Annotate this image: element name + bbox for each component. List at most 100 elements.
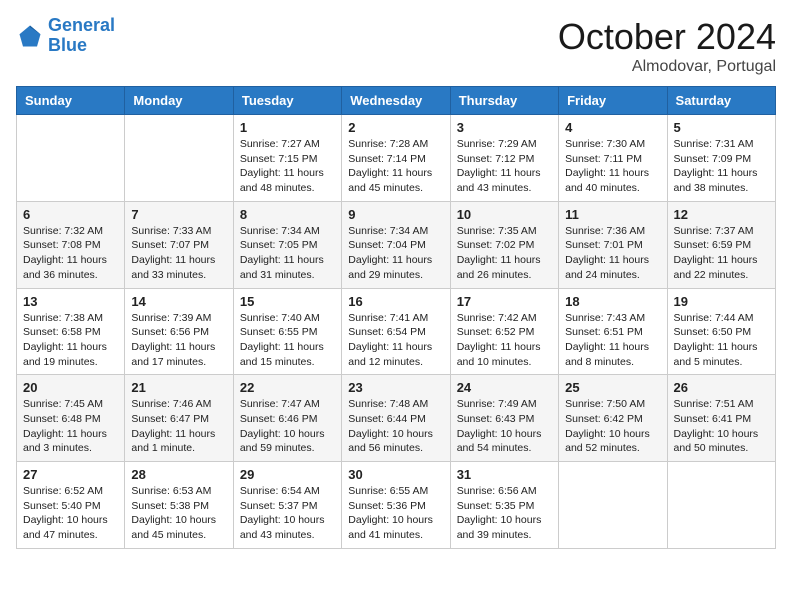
day-number: 25 [565, 380, 660, 395]
logo: General Blue [16, 16, 115, 56]
calendar-week-row: 1 Sunrise: 7:27 AM Sunset: 7:15 PM Daylig… [17, 115, 776, 202]
day-info: Sunrise: 7:30 AM Sunset: 7:11 PM Dayligh… [565, 137, 660, 196]
day-info: Sunrise: 7:40 AM Sunset: 6:55 PM Dayligh… [240, 311, 335, 370]
weekday-header: Tuesday [233, 87, 341, 115]
day-info: Sunrise: 6:56 AM Sunset: 5:35 PM Dayligh… [457, 484, 552, 543]
weekday-header: Monday [125, 87, 233, 115]
day-info: Sunrise: 7:37 AM Sunset: 6:59 PM Dayligh… [674, 224, 769, 283]
day-info: Sunrise: 7:44 AM Sunset: 6:50 PM Dayligh… [674, 311, 769, 370]
calendar-cell [667, 462, 775, 549]
day-number: 3 [457, 120, 552, 135]
calendar-cell: 16Sunrise: 7:41 AM Sunset: 6:54 PM Dayli… [342, 288, 450, 375]
day-number: 17 [457, 294, 552, 309]
day-info: Sunrise: 7:48 AM Sunset: 6:44 PM Dayligh… [348, 397, 443, 456]
calendar-cell: 9 Sunrise: 7:34 AM Sunset: 7:04 PM Daylig… [342, 201, 450, 288]
logo-text: General Blue [48, 16, 115, 56]
calendar-cell: 22 Sunrise: 7:47 AM Sunset: 6:46 PM Dayli… [233, 375, 341, 462]
day-number: 18 [565, 294, 660, 309]
calendar-cell [125, 115, 233, 202]
day-number: 1 [240, 120, 335, 135]
calendar-header-row: SundayMondayTuesdayWednesdayThursdayFrid… [17, 87, 776, 115]
title-block: October 2024 Almodovar, Portugal [558, 16, 776, 76]
day-info: Sunrise: 6:55 AM Sunset: 5:36 PM Dayligh… [348, 484, 443, 543]
day-number: 13 [23, 294, 118, 309]
calendar-week-row: 6Sunrise: 7:32 AM Sunset: 7:08 PM Daylig… [17, 201, 776, 288]
day-number: 9 [348, 207, 443, 222]
day-info: Sunrise: 7:46 AM Sunset: 6:47 PM Dayligh… [131, 397, 226, 456]
day-info: Sunrise: 6:54 AM Sunset: 5:37 PM Dayligh… [240, 484, 335, 543]
day-number: 15 [240, 294, 335, 309]
day-number: 28 [131, 467, 226, 482]
calendar-cell: 2 Sunrise: 7:28 AM Sunset: 7:14 PM Daylig… [342, 115, 450, 202]
day-info: Sunrise: 7:27 AM Sunset: 7:15 PM Dayligh… [240, 137, 335, 196]
calendar-cell: 28 Sunrise: 6:53 AM Sunset: 5:38 PM Dayli… [125, 462, 233, 549]
calendar-cell [17, 115, 125, 202]
day-info: Sunrise: 7:29 AM Sunset: 7:12 PM Dayligh… [457, 137, 552, 196]
day-number: 30 [348, 467, 443, 482]
day-info: Sunrise: 7:34 AM Sunset: 7:04 PM Dayligh… [348, 224, 443, 283]
calendar-cell: 23 Sunrise: 7:48 AM Sunset: 6:44 PM Dayli… [342, 375, 450, 462]
calendar-cell: 3 Sunrise: 7:29 AM Sunset: 7:12 PM Daylig… [450, 115, 558, 202]
calendar-cell: 24 Sunrise: 7:49 AM Sunset: 6:43 PM Dayli… [450, 375, 558, 462]
day-number: 6 [23, 207, 118, 222]
calendar-week-row: 20 Sunrise: 7:45 AM Sunset: 6:48 PM Dayli… [17, 375, 776, 462]
day-number: 7 [131, 207, 226, 222]
calendar-cell: 19Sunrise: 7:44 AM Sunset: 6:50 PM Dayli… [667, 288, 775, 375]
day-number: 31 [457, 467, 552, 482]
day-info: Sunrise: 7:36 AM Sunset: 7:01 PM Dayligh… [565, 224, 660, 283]
weekday-header: Wednesday [342, 87, 450, 115]
calendar-cell: 11Sunrise: 7:36 AM Sunset: 7:01 PM Dayli… [559, 201, 667, 288]
calendar-cell: 31 Sunrise: 6:56 AM Sunset: 5:35 PM Dayli… [450, 462, 558, 549]
day-info: Sunrise: 7:35 AM Sunset: 7:02 PM Dayligh… [457, 224, 552, 283]
page-header: General Blue October 2024 Almodovar, Por… [16, 16, 776, 76]
calendar-cell: 13Sunrise: 7:38 AM Sunset: 6:58 PM Dayli… [17, 288, 125, 375]
calendar-cell: 25 Sunrise: 7:50 AM Sunset: 6:42 PM Dayli… [559, 375, 667, 462]
day-info: Sunrise: 7:31 AM Sunset: 7:09 PM Dayligh… [674, 137, 769, 196]
month-title: October 2024 [558, 16, 776, 58]
day-number: 10 [457, 207, 552, 222]
calendar-cell: 10 Sunrise: 7:35 AM Sunset: 7:02 PM Dayli… [450, 201, 558, 288]
day-info: Sunrise: 7:49 AM Sunset: 6:43 PM Dayligh… [457, 397, 552, 456]
day-number: 26 [674, 380, 769, 395]
day-number: 4 [565, 120, 660, 135]
calendar-cell: 6Sunrise: 7:32 AM Sunset: 7:08 PM Daylig… [17, 201, 125, 288]
day-number: 29 [240, 467, 335, 482]
day-info: Sunrise: 7:34 AM Sunset: 7:05 PM Dayligh… [240, 224, 335, 283]
day-number: 23 [348, 380, 443, 395]
day-info: Sunrise: 7:42 AM Sunset: 6:52 PM Dayligh… [457, 311, 552, 370]
day-info: Sunrise: 7:45 AM Sunset: 6:48 PM Dayligh… [23, 397, 118, 456]
calendar-cell: 7 Sunrise: 7:33 AM Sunset: 7:07 PM Daylig… [125, 201, 233, 288]
weekday-header: Friday [559, 87, 667, 115]
day-info: Sunrise: 7:50 AM Sunset: 6:42 PM Dayligh… [565, 397, 660, 456]
calendar-cell: 4 Sunrise: 7:30 AM Sunset: 7:11 PM Daylig… [559, 115, 667, 202]
day-info: Sunrise: 7:47 AM Sunset: 6:46 PM Dayligh… [240, 397, 335, 456]
calendar-cell: 5Sunrise: 7:31 AM Sunset: 7:09 PM Daylig… [667, 115, 775, 202]
day-info: Sunrise: 7:39 AM Sunset: 6:56 PM Dayligh… [131, 311, 226, 370]
day-info: Sunrise: 7:33 AM Sunset: 7:07 PM Dayligh… [131, 224, 226, 283]
location-title: Almodovar, Portugal [558, 58, 776, 76]
logo-icon [16, 22, 44, 50]
day-info: Sunrise: 7:28 AM Sunset: 7:14 PM Dayligh… [348, 137, 443, 196]
calendar-cell: 15 Sunrise: 7:40 AM Sunset: 6:55 PM Dayli… [233, 288, 341, 375]
calendar-cell: 12 Sunrise: 7:37 AM Sunset: 6:59 PM Dayli… [667, 201, 775, 288]
day-number: 21 [131, 380, 226, 395]
calendar-cell: 20 Sunrise: 7:45 AM Sunset: 6:48 PM Dayli… [17, 375, 125, 462]
day-number: 27 [23, 467, 118, 482]
day-number: 12 [674, 207, 769, 222]
day-info: Sunrise: 7:41 AM Sunset: 6:54 PM Dayligh… [348, 311, 443, 370]
day-number: 20 [23, 380, 118, 395]
day-number: 2 [348, 120, 443, 135]
calendar-week-row: 13Sunrise: 7:38 AM Sunset: 6:58 PM Dayli… [17, 288, 776, 375]
calendar-cell: 17 Sunrise: 7:42 AM Sunset: 6:52 PM Dayli… [450, 288, 558, 375]
weekday-header: Saturday [667, 87, 775, 115]
day-number: 24 [457, 380, 552, 395]
day-info: Sunrise: 7:51 AM Sunset: 6:41 PM Dayligh… [674, 397, 769, 456]
calendar-cell: 30 Sunrise: 6:55 AM Sunset: 5:36 PM Dayli… [342, 462, 450, 549]
calendar-cell: 26 Sunrise: 7:51 AM Sunset: 6:41 PM Dayli… [667, 375, 775, 462]
day-info: Sunrise: 7:43 AM Sunset: 6:51 PM Dayligh… [565, 311, 660, 370]
day-info: Sunrise: 6:53 AM Sunset: 5:38 PM Dayligh… [131, 484, 226, 543]
day-number: 22 [240, 380, 335, 395]
calendar-table: SundayMondayTuesdayWednesdayThursdayFrid… [16, 86, 776, 549]
calendar-cell: 1 Sunrise: 7:27 AM Sunset: 7:15 PM Daylig… [233, 115, 341, 202]
weekday-header: Sunday [17, 87, 125, 115]
